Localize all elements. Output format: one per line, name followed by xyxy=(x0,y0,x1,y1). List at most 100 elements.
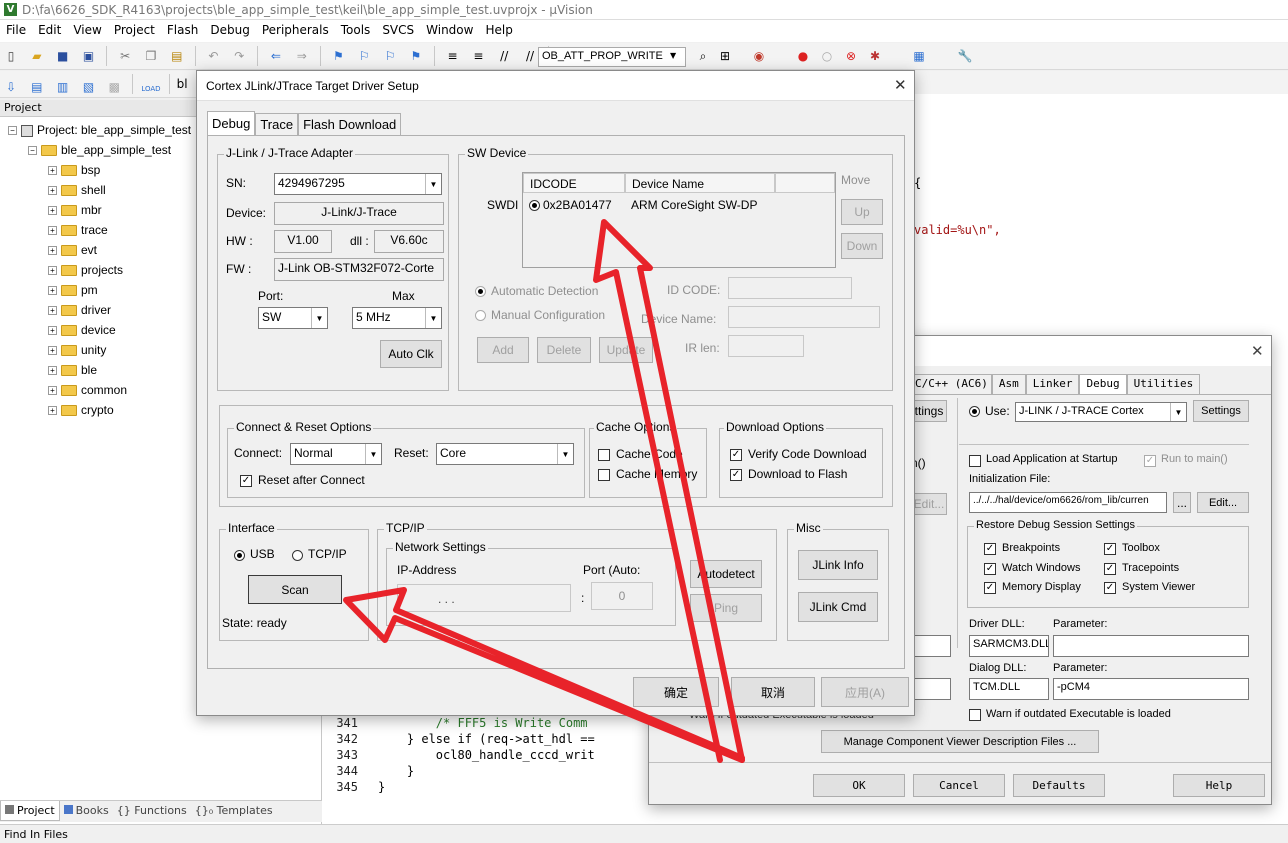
menu-debug[interactable]: Debug xyxy=(204,20,255,40)
usb-radio[interactable] xyxy=(234,550,245,561)
autodetect-button[interactable]: Autodetect xyxy=(690,560,762,588)
dialog-param-input[interactable]: -pCM4 xyxy=(1053,678,1249,700)
max-clock-combo[interactable]: 5 MHz ▼ xyxy=(352,307,442,329)
cancel-button[interactable]: Cancel xyxy=(913,774,1005,797)
menu-project[interactable]: Project xyxy=(108,20,161,40)
download-load-icon[interactable]: LOAD xyxy=(141,80,160,98)
open-file-icon[interactable]: ▰ xyxy=(28,47,46,65)
undo-icon[interactable]: ↶ xyxy=(204,47,222,65)
tab-linker[interactable]: Linker xyxy=(1025,374,1080,394)
find-combo[interactable]: OB_ATT_PROP_WRITE xyxy=(538,47,686,67)
help-button[interactable]: Help xyxy=(1173,774,1265,797)
driver-dll-input[interactable]: SARMCM3.DLL xyxy=(969,635,1049,657)
jlink-info-button[interactable]: JLink Info xyxy=(798,550,878,580)
tab-debug[interactable]: Debug xyxy=(207,111,256,135)
dialog-dll-input[interactable]: TCM.DLL xyxy=(969,678,1049,700)
menu-peripherals[interactable]: Peripherals xyxy=(256,20,335,40)
left-edit-button[interactable]: Edit... xyxy=(911,493,947,515)
breakpoints-checkbox[interactable]: ✓ xyxy=(984,543,996,555)
jlink-close-button[interactable]: ✕ xyxy=(894,76,907,94)
use-driver-combo[interactable]: J-LINK / J-TRACE Cortex ▼ xyxy=(1015,402,1187,422)
menu-edit[interactable]: Edit xyxy=(32,20,67,40)
apply-button[interactable]: 应用(A) xyxy=(821,677,909,707)
nav-forward-icon[interactable]: ⇒ xyxy=(293,47,311,65)
memory-display-checkbox[interactable]: ✓ xyxy=(984,582,996,594)
ok-button[interactable]: OK xyxy=(813,774,905,797)
tab-trace[interactable]: Trace xyxy=(255,113,299,135)
uncomment-icon[interactable]: // xyxy=(521,47,539,65)
tab-asm[interactable]: Asm xyxy=(991,374,1026,394)
chevron-down-icon[interactable]: ▼ xyxy=(425,308,441,328)
tab-books[interactable]: Books xyxy=(60,801,113,820)
watch-windows-checkbox[interactable]: ✓ xyxy=(984,563,996,575)
left-dialog-param[interactable] xyxy=(911,678,951,700)
indent-icon[interactable]: ≡ xyxy=(444,47,462,65)
translate-icon[interactable]: ⇩ xyxy=(2,78,20,96)
target-combo-partial[interactable]: bl xyxy=(177,77,188,91)
new-file-icon[interactable]: ▯ xyxy=(2,47,20,65)
redo-icon[interactable]: ↷ xyxy=(230,47,248,65)
stop-build-icon[interactable]: ▩ xyxy=(105,78,123,96)
tab-functions[interactable]: {} Functions xyxy=(113,801,191,820)
scan-button[interactable]: Scan xyxy=(248,575,342,604)
menu-window[interactable]: Window xyxy=(420,20,479,40)
port-input[interactable]: 0 xyxy=(591,582,653,610)
tab-debug[interactable]: Debug xyxy=(1079,374,1127,394)
menu-tools[interactable]: Tools xyxy=(335,20,377,40)
init-file-input[interactable]: ../../../hal/device/om6626/rom_lib/curre… xyxy=(969,492,1167,513)
confirm-button[interactable]: 确定 xyxy=(633,677,719,707)
col-idcode[interactable]: IDCODE xyxy=(523,173,625,193)
driver-param-input[interactable] xyxy=(1053,635,1249,657)
options-close-button[interactable]: ✕ xyxy=(1251,342,1264,360)
menu-view[interactable]: View xyxy=(67,20,107,40)
selected-device-radio[interactable] xyxy=(529,200,540,211)
move-down-button[interactable]: Down xyxy=(841,233,883,259)
auto-detection-radio[interactable] xyxy=(475,286,486,297)
copy-icon[interactable]: ❐ xyxy=(142,47,160,65)
load-app-checkbox[interactable] xyxy=(969,455,981,467)
nav-back-icon[interactable]: ⇐ xyxy=(267,47,285,65)
breakpoint-disable-icon[interactable]: ○ xyxy=(818,47,836,65)
tcpip-radio[interactable] xyxy=(292,550,303,561)
left-settings-button[interactable]: ttings xyxy=(911,400,947,422)
configure-icon[interactable]: 🔧 xyxy=(956,47,974,65)
port-combo[interactable]: SW ▼ xyxy=(258,307,328,329)
batch-build-icon[interactable]: ▧ xyxy=(79,78,97,96)
breakpoint-kill-all-icon[interactable]: ✱ xyxy=(866,47,884,65)
tab-templates[interactable]: {}₀ Templates xyxy=(191,801,277,820)
menu-help[interactable]: Help xyxy=(479,20,518,40)
jlink-cmd-button[interactable]: JLink Cmd xyxy=(798,592,878,622)
breakpoint-disable-all-icon[interactable]: ⊗ xyxy=(842,47,860,65)
find-combo-arrow-icon[interactable]: ▼ xyxy=(670,51,676,60)
update-button[interactable]: Update xyxy=(599,337,653,363)
auto-clk-button[interactable]: Auto Clk xyxy=(380,340,442,368)
tab-project[interactable]: Project xyxy=(0,801,60,821)
chevron-down-icon[interactable]: ▼ xyxy=(425,174,441,194)
browse-button[interactable]: ... xyxy=(1173,492,1191,513)
bookmark-next-icon[interactable]: ⚐ xyxy=(381,47,399,65)
bookmark-prev-icon[interactable]: ⚐ xyxy=(355,47,373,65)
save-all-icon[interactable]: ▣ xyxy=(79,47,97,65)
menu-file[interactable]: File xyxy=(0,20,32,40)
save-icon[interactable]: ■ xyxy=(54,47,72,65)
paste-icon[interactable]: ▤ xyxy=(168,47,186,65)
download-to-flash-checkbox[interactable]: ✓ xyxy=(730,469,742,481)
chevron-down-icon[interactable]: ▼ xyxy=(311,308,327,328)
left-driver-param[interactable] xyxy=(911,635,951,657)
tracepoints-checkbox[interactable]: ✓ xyxy=(1104,563,1116,575)
chevron-down-icon[interactable]: ▼ xyxy=(1170,403,1186,421)
chevron-down-icon[interactable]: ▼ xyxy=(557,444,573,464)
device-name-input[interactable] xyxy=(728,306,880,328)
ip-address-input[interactable]: . . . xyxy=(397,584,571,612)
ir-len-input[interactable] xyxy=(728,335,804,357)
chevron-down-icon[interactable]: ▼ xyxy=(365,444,381,464)
unindent-icon[interactable]: ≡ xyxy=(469,47,487,65)
sn-combo[interactable]: 4294967295 ▼ xyxy=(274,173,442,195)
build-icon[interactable]: ▤ xyxy=(28,78,46,96)
tab-utilities[interactable]: Utilities xyxy=(1126,374,1201,394)
run-to-main-checkbox[interactable]: ✓ xyxy=(1144,455,1156,467)
toolbox-checkbox[interactable]: ✓ xyxy=(1104,543,1116,555)
defaults-button[interactable]: Defaults xyxy=(1013,774,1105,797)
settings-button[interactable]: Settings xyxy=(1193,400,1249,422)
bookmark-clear-icon[interactable]: ⚑ xyxy=(407,47,425,65)
